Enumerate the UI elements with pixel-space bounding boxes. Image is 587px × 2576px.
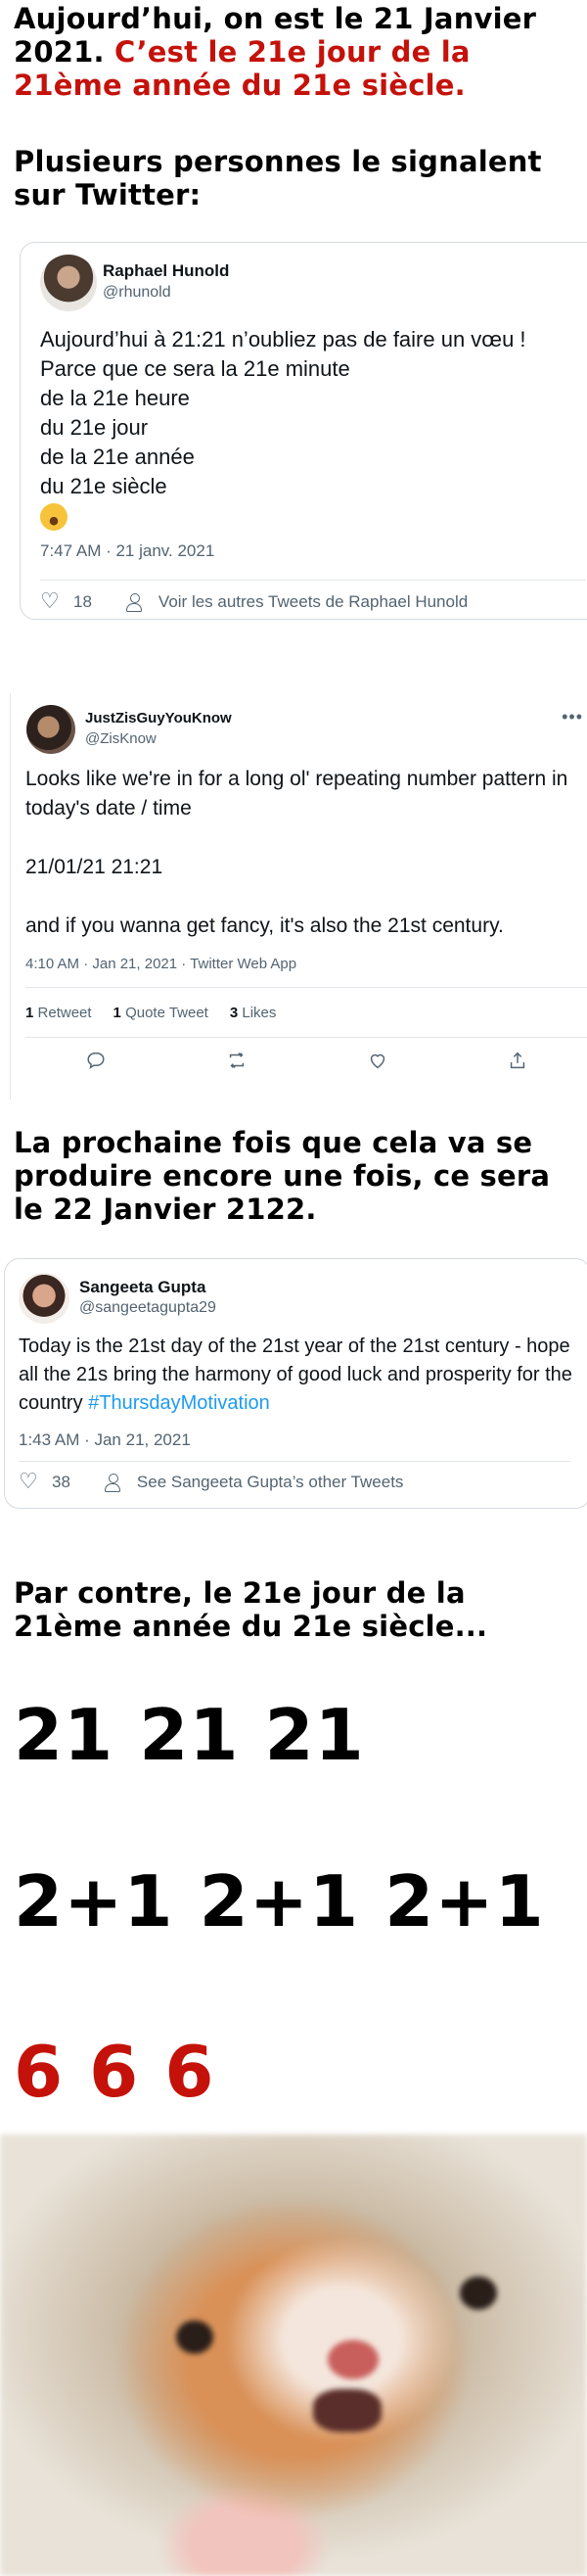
reply-icon[interactable]: [85, 1050, 107, 1071]
hamster-eye: [460, 2276, 497, 2310]
see-other-tweets-link[interactable]: See Sangeeta Gupta’s other Tweets: [137, 1473, 404, 1492]
more-options-icon[interactable]: •••: [562, 707, 583, 727]
avatar[interactable]: [40, 255, 97, 311]
heart-icon[interactable]: [40, 592, 60, 611]
tweet-text: Looks like we're in for a long ol' repea…: [25, 768, 568, 937]
numbers-line-sum: 2+1 2+1 2+1: [14, 1860, 545, 1943]
like-icon[interactable]: [367, 1050, 388, 1071]
hashtag-link[interactable]: #ThursdayMotivation: [88, 1392, 270, 1414]
user-icon: [125, 592, 143, 612]
tweet-timestamp[interactable]: 1:43 AM · Jan 21, 2021: [19, 1430, 191, 1450]
shocked-hamster-image: [0, 2134, 587, 2576]
avatar[interactable]: [19, 1273, 69, 1324]
tweet-actions: 18 Voir les autres Tweets de Raphael Hun…: [40, 587, 468, 617]
like-count: 38: [52, 1473, 70, 1491]
hamster-eye: [176, 2320, 213, 2354]
retweet-icon[interactable]: [225, 1050, 248, 1071]
tweet-timestamp[interactable]: 4:10 AM · Jan 21, 2021 · Twitter Web App: [25, 956, 296, 972]
divider: [25, 1037, 587, 1038]
hamster-nose: [328, 2340, 379, 2379]
tweet-text-content: Aujourd’hui à 21:21 n’oubliez pas de fai…: [40, 327, 526, 498]
author-handle[interactable]: @sangeetagupta29: [79, 1299, 216, 1317]
however-heading: Par contre, le 21e jour de la 21ème anné…: [14, 1576, 488, 1643]
tweet-card-sangeetagupta29[interactable]: Sangeeta Gupta @sangeetagupta29 Today is…: [4, 1258, 587, 1509]
hamster-mouth: [313, 2389, 382, 2432]
tweet-card-ZisKnow[interactable]: JustZisGuyYouKnow @ZisKnow ••• Looks lik…: [10, 693, 587, 1100]
quote-stat[interactable]: 1 Quote Tweet: [113, 1005, 208, 1021]
author-handle[interactable]: @ZisKnow: [85, 730, 157, 747]
author-handle[interactable]: @rhunold: [103, 284, 171, 302]
author-name[interactable]: Sangeeta Gupta: [79, 1278, 205, 1297]
intro-heading: Aujourd’hui, on est le 21 Janvier 2021. …: [14, 2, 581, 102]
see-other-tweets-link[interactable]: Voir les autres Tweets de Raphael Hunold: [158, 592, 468, 612]
numbers-line-21: 21 21 21: [14, 1694, 365, 1776]
user-icon: [104, 1473, 121, 1492]
tweet-card-rhunold[interactable]: Raphael Hunold @rhunold Aujourd’hui à 21…: [20, 242, 587, 620]
divider: [40, 580, 586, 581]
likes-stat[interactable]: 3 Likes: [230, 1005, 277, 1021]
tweet-action-bar: [25, 1046, 587, 1075]
tweet-text: Aujourd’hui à 21:21 n’oubliez pas de fai…: [40, 325, 587, 532]
divider: [25, 987, 587, 988]
tweet-timestamp[interactable]: 7:47 AM · 21 janv. 2021: [40, 541, 214, 561]
share-icon[interactable]: [507, 1050, 528, 1071]
tweet-actions: 38 See Sangeeta Gupta’s other Tweets: [19, 1468, 403, 1497]
next-occurrence-heading: La prochaine fois que cela va se produir…: [14, 1126, 551, 1226]
tweet-text: Today is the 21st day of the 21st year o…: [19, 1333, 587, 1418]
like-count: 18: [73, 592, 92, 611]
retweet-stat[interactable]: 1 Retweet: [25, 1005, 92, 1021]
author-name[interactable]: Raphael Hunold: [103, 261, 229, 281]
author-name[interactable]: JustZisGuyYouKnow: [85, 710, 232, 726]
twitter-heading: Plusieurs personnes le signalent sur Twi…: [14, 145, 542, 211]
tweet-stats: 1 Retweet 1 Quote Tweet 3 Likes: [25, 1005, 276, 1021]
numbers-line-666: 6 6 6: [14, 2031, 215, 2113]
divider: [19, 1461, 570, 1462]
heart-icon[interactable]: [19, 1473, 38, 1491]
astonished-face-icon: [40, 503, 68, 532]
avatar[interactable]: [26, 705, 75, 754]
